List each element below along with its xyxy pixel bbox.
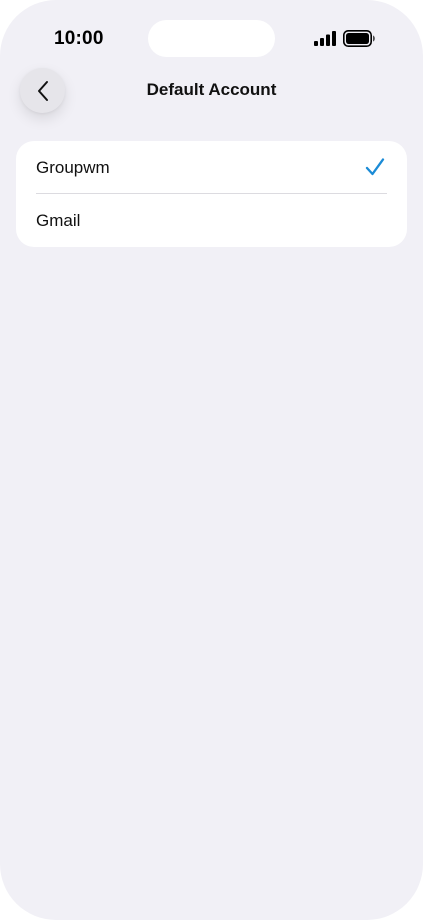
account-row-groupwm[interactable]: Groupwm (16, 141, 407, 194)
signal-icon (314, 31, 336, 46)
phone-screen: 10:00 Default Account Groupwm Gmail (0, 0, 423, 920)
status-time: 10:00 (54, 28, 104, 49)
battery-icon (343, 30, 375, 47)
account-label: Gmail (36, 211, 81, 230)
account-list: Groupwm Gmail (16, 141, 407, 247)
status-bar: 10:00 (0, 0, 423, 70)
account-row-gmail[interactable]: Gmail (16, 194, 407, 247)
page-title: Default Account (146, 80, 277, 99)
checkmark-icon (365, 158, 385, 176)
account-label: Groupwm (36, 158, 110, 177)
dynamic-island (148, 20, 275, 57)
